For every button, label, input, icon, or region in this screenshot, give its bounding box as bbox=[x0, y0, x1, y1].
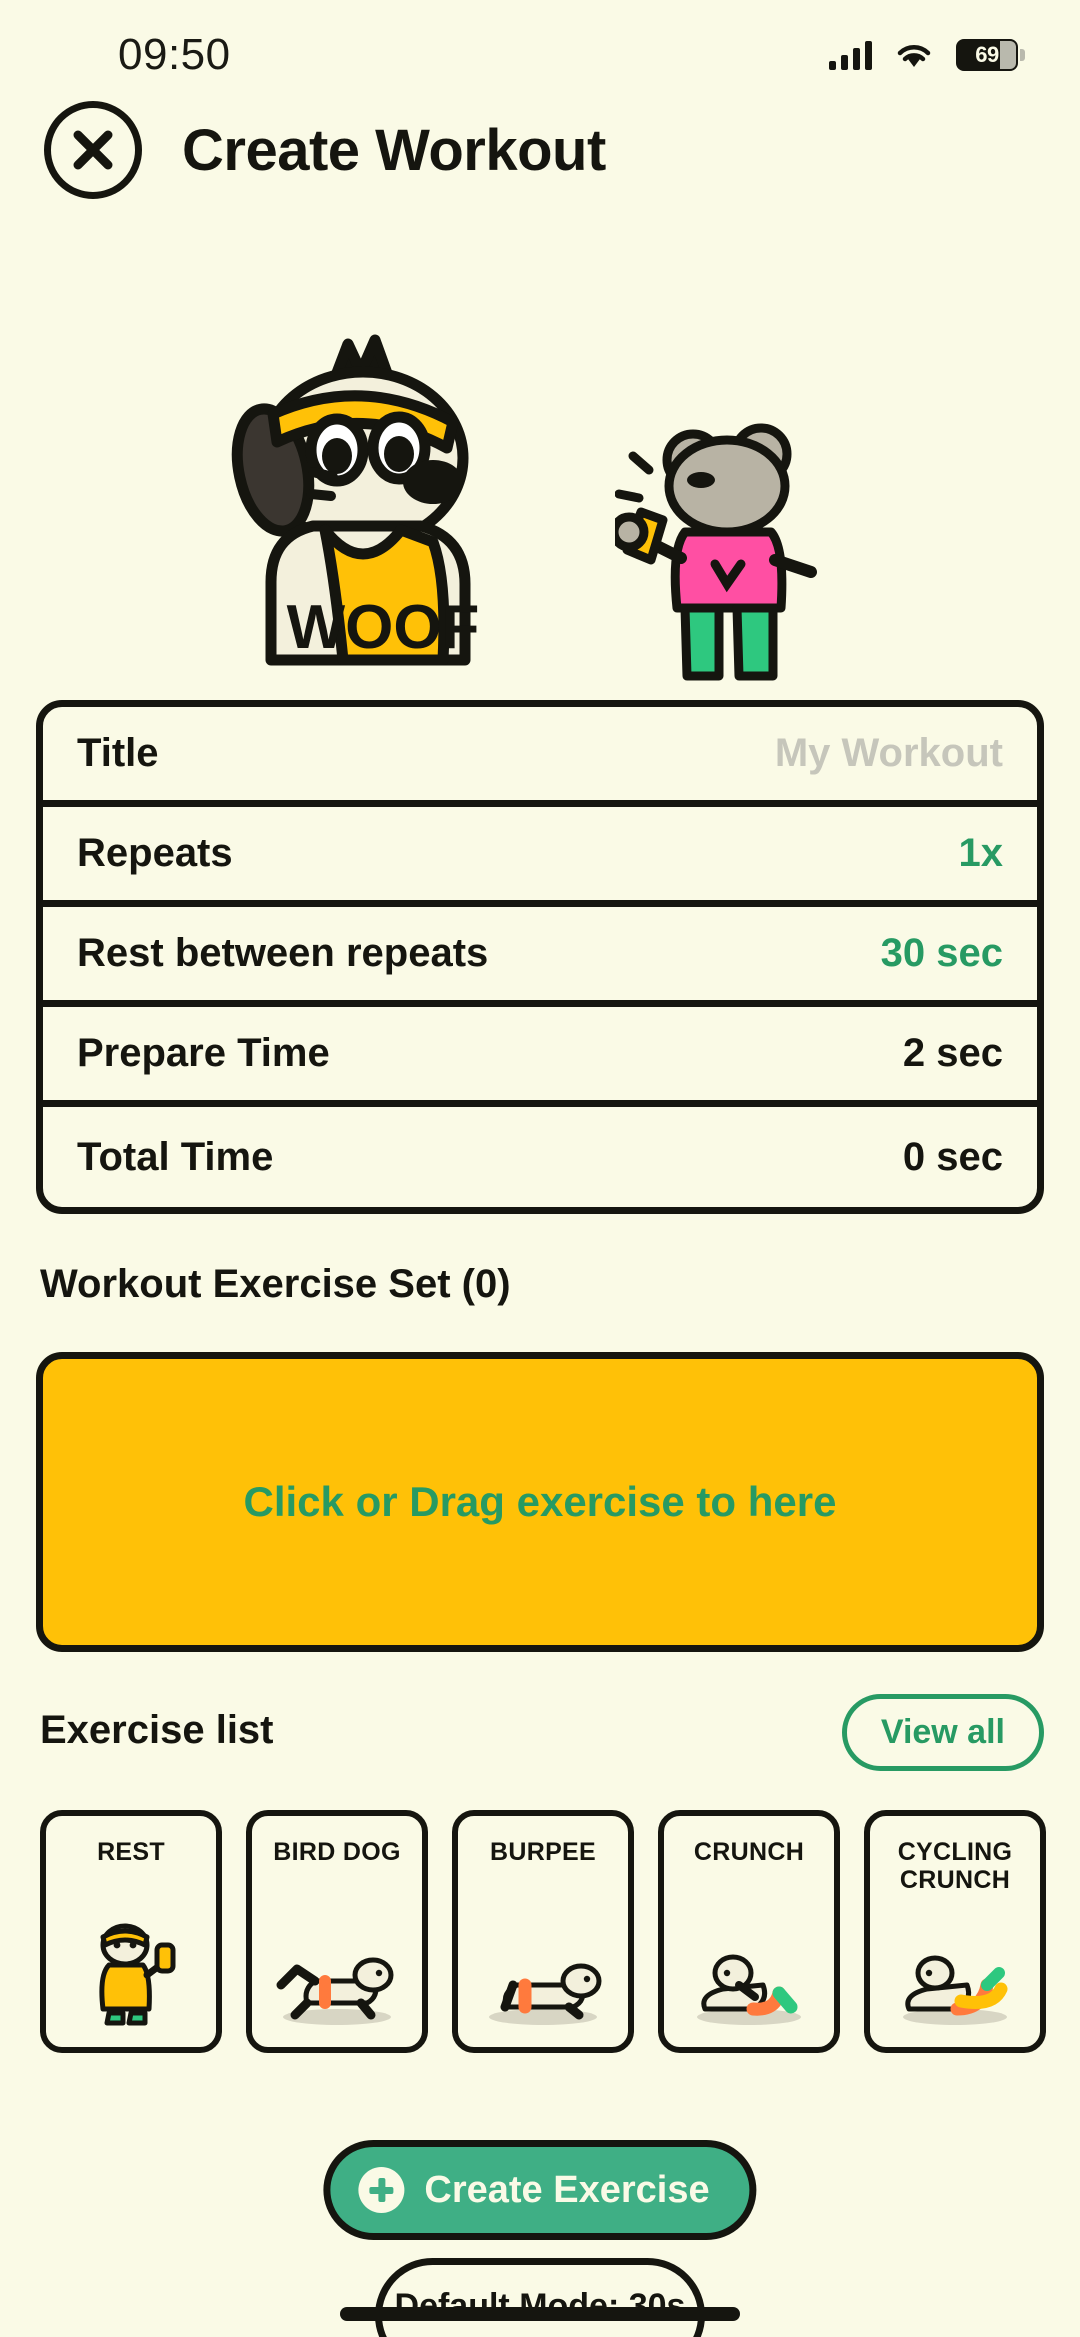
signal-bars-icon bbox=[829, 40, 872, 70]
form-row-title[interactable]: Title My Workout bbox=[43, 707, 1037, 807]
exercise-card-strip[interactable]: REST BIRD DOG BURPEE CRUNCH CYCLING CRUN… bbox=[40, 1810, 1080, 2060]
exercise-card-label: BURPEE bbox=[490, 1838, 596, 1866]
exercise-card-burpee[interactable]: BURPEE bbox=[452, 1810, 634, 2053]
create-exercise-button[interactable]: Create Exercise bbox=[323, 2140, 757, 2240]
exercise-card-label: REST bbox=[97, 1838, 165, 1866]
total-time-value: 0 sec bbox=[902, 1134, 1003, 1179]
dog-shirt-text: WOOF bbox=[287, 593, 480, 662]
exercise-card-label: CYCLING CRUNCH bbox=[897, 1838, 1013, 1894]
exercise-card-rest[interactable]: REST bbox=[40, 1810, 222, 2053]
form-row-rest-between-repeats[interactable]: Rest between repeats 30 sec bbox=[43, 907, 1037, 1007]
page-title: Create Workout bbox=[182, 117, 606, 183]
dropzone-label: Click or Drag exercise to here bbox=[243, 1478, 837, 1525]
crunch-figure-icon bbox=[683, 1866, 815, 2047]
form-label: Total Time bbox=[77, 1134, 274, 1179]
form-row-prepare-time[interactable]: Prepare Time 2 sec bbox=[43, 1007, 1037, 1107]
form-label: Repeats bbox=[77, 831, 233, 875]
default-mode-button[interactable]: Default Mode: 30s bbox=[375, 2258, 705, 2337]
close-button[interactable] bbox=[44, 101, 142, 199]
cycling-crunch-figure-icon bbox=[889, 1894, 1021, 2047]
workout-exercise-set-heading: Workout Exercise Set (0) bbox=[40, 1262, 511, 1306]
status-time: 09:50 bbox=[118, 30, 231, 79]
title-input-value[interactable]: My Workout bbox=[775, 731, 1003, 776]
page-header: Create Workout bbox=[0, 96, 1080, 204]
exercise-card-bird-dog[interactable]: BIRD DOG bbox=[246, 1810, 428, 2053]
dog-mascot-illustration: WOOF bbox=[231, 334, 480, 666]
form-row-total-time: Total Time 0 sec bbox=[43, 1107, 1037, 1207]
plus-circle-icon bbox=[358, 2167, 405, 2213]
wifi-icon bbox=[894, 40, 934, 70]
rest-figure-icon bbox=[65, 1866, 197, 2047]
exercise-dropzone[interactable]: Click or Drag exercise to here bbox=[36, 1352, 1044, 1652]
workout-settings-card: Title My Workout Repeats 1x Rest between… bbox=[36, 700, 1044, 1214]
mouse-coach-illustration bbox=[615, 423, 817, 681]
battery-icon: 69 bbox=[956, 39, 1025, 71]
close-x-icon bbox=[73, 130, 113, 170]
exercise-card-label: BIRD DOG bbox=[273, 1838, 401, 1866]
form-label: Rest between repeats bbox=[77, 931, 489, 975]
view-all-button[interactable]: View all bbox=[841, 1694, 1044, 1771]
exercise-card-label: CRUNCH bbox=[693, 1838, 805, 1866]
create-exercise-label: Create Exercise bbox=[424, 2168, 710, 2211]
form-label: Title bbox=[77, 731, 159, 775]
exercise-list-heading: Exercise list bbox=[40, 1708, 274, 1752]
home-indicator bbox=[340, 2307, 740, 2321]
rest-value[interactable]: 30 sec bbox=[881, 931, 1003, 976]
battery-level: 69 bbox=[975, 42, 999, 67]
form-row-repeats[interactable]: Repeats 1x bbox=[43, 807, 1037, 907]
bird-dog-figure-icon bbox=[271, 1866, 403, 2047]
repeats-value[interactable]: 1x bbox=[959, 831, 1004, 876]
exercise-card-crunch[interactable]: CRUNCH bbox=[658, 1810, 840, 2053]
form-label: Prepare Time bbox=[77, 1031, 330, 1075]
prepare-time-value[interactable]: 2 sec bbox=[903, 1031, 1003, 1076]
exercise-card-cycling-crunch[interactable]: CYCLING CRUNCH bbox=[864, 1810, 1046, 2053]
burpee-figure-icon bbox=[477, 1866, 609, 2047]
hero-illustration: WOOF bbox=[0, 330, 1080, 710]
status-icons: 69 bbox=[829, 39, 1025, 71]
app-screen: 09:50 69 Create Workout WOOF Title My Wo… bbox=[0, 0, 1080, 2337]
status-bar: 09:50 69 bbox=[0, 0, 1080, 92]
